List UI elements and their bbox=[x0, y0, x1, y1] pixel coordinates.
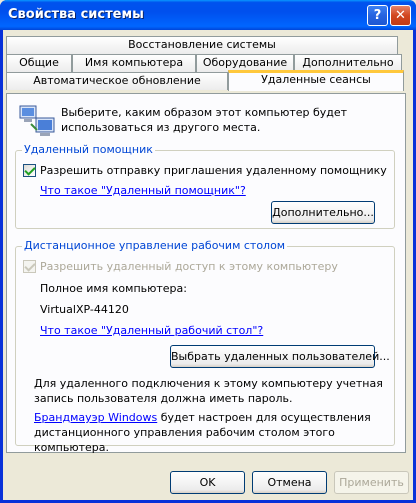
remote-computers-icon bbox=[19, 105, 55, 136]
password-note: Для удаленного подключения к этому компь… bbox=[34, 377, 383, 405]
computer-name-value: VirtualXP-44120 bbox=[40, 303, 129, 316]
windows-firewall-link[interactable]: Брандмауэр Windows bbox=[34, 411, 157, 424]
cancel-button[interactable]: Отмена bbox=[252, 471, 327, 494]
remote-desktop-group: Дистанционное управление рабочим столом … bbox=[15, 239, 395, 454]
full-computer-name-label: Полное имя компьютера: bbox=[40, 282, 187, 295]
ok-button[interactable]: OK bbox=[170, 471, 245, 494]
intro-text: Выберите, каким образом этот компьютер б… bbox=[61, 106, 348, 134]
window-title: Свойства системы bbox=[8, 7, 144, 22]
allow-remote-assistance-label[interactable]: Разрешить отправку приглашения удаленном… bbox=[40, 164, 387, 178]
tab-automatic-updates[interactable]: Автоматическое обновление bbox=[6, 72, 228, 90]
what-is-remote-assistance-link[interactable]: Что такое "Удаленный помощник"? bbox=[40, 184, 246, 198]
remote-desktop-legend: Дистанционное управление рабочим столом bbox=[22, 239, 288, 253]
help-icon: ? bbox=[373, 8, 382, 23]
select-remote-users-button[interactable]: Выбрать удаленных пользователей... bbox=[170, 345, 390, 368]
close-button[interactable]: ✕ bbox=[390, 5, 411, 26]
tab-general[interactable]: Общие bbox=[6, 54, 72, 72]
remote-assistance-group: Удаленный помощник Разрешить отправку пр… bbox=[15, 143, 395, 229]
title-bar[interactable]: Свойства системы ? ✕ bbox=[0, 0, 416, 30]
remote-tab-panel: Выберите, каким образом этот компьютер б… bbox=[6, 93, 406, 454]
tab-remote[interactable]: Удаленные сеансы bbox=[228, 70, 404, 91]
remote-assistance-advanced-button[interactable]: Дополнительно... bbox=[271, 201, 375, 224]
tab-computer-name[interactable]: Имя компьютера bbox=[72, 54, 196, 72]
allow-remote-assistance-checkbox[interactable] bbox=[23, 164, 36, 177]
allow-remote-desktop-label[interactable]: Разрешить удаленный доступ к этому компь… bbox=[40, 260, 338, 274]
apply-button[interactable]: Применить bbox=[334, 471, 409, 494]
firewall-note: Брандмауэр Windows будет настроен для ос… bbox=[34, 410, 386, 455]
remote-assistance-legend: Удаленный помощник bbox=[22, 143, 155, 157]
help-button[interactable]: ? bbox=[367, 5, 388, 26]
allow-remote-desktop-checkbox[interactable] bbox=[23, 260, 36, 273]
tab-system-restore[interactable]: Восстановление системы bbox=[6, 36, 398, 54]
what-is-remote-desktop-link[interactable]: Что такое "Удаленный рабочий стол"? bbox=[40, 324, 263, 338]
close-icon: ✕ bbox=[395, 8, 406, 23]
